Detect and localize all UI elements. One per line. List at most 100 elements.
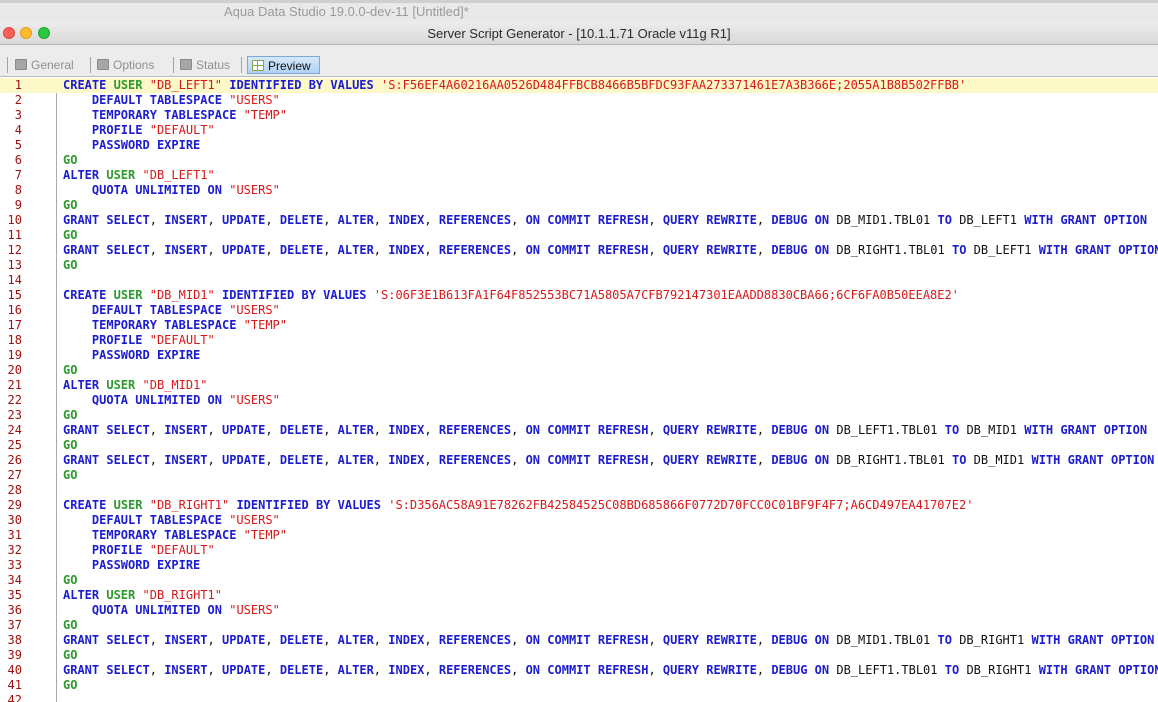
line-number: 8 xyxy=(14,183,22,197)
code-text: DEFAULT TABLESPACE "USERS" xyxy=(91,513,280,527)
code-line: 24 GRANT SELECT, INSERT, UPDATE, DELETE, … xyxy=(0,423,1158,438)
line-number: 6 xyxy=(14,153,22,167)
code-line: 38 GRANT SELECT, INSERT, UPDATE, DELETE, … xyxy=(0,633,1158,648)
code-line: 23 GO xyxy=(0,408,1158,423)
tab-general-label: General xyxy=(31,58,74,72)
tab-general[interactable]: General xyxy=(15,56,74,74)
tab-options[interactable]: Options xyxy=(97,56,154,74)
tab-preview[interactable]: Preview xyxy=(247,56,320,74)
code-text: ALTER USER "DB_RIGHT1" xyxy=(63,588,222,602)
script-preview-editor[interactable]: 1 CREATE USER "DB_LEFT1" IDENTIFIED BY VA… xyxy=(0,78,1158,702)
line-number: 32 xyxy=(7,543,22,557)
tab-separator xyxy=(90,57,91,73)
code-line: 8 QUOTA UNLIMITED ON "USERS" xyxy=(0,183,1158,198)
code-text: GO xyxy=(63,408,78,422)
line-number: 27 xyxy=(7,468,22,482)
code-line: 6 GO xyxy=(0,153,1158,168)
code-text: PASSWORD EXPIRE xyxy=(91,138,201,152)
line-number: 31 xyxy=(7,528,22,542)
code-text: GRANT SELECT, INSERT, UPDATE, DELETE, AL… xyxy=(63,663,1158,677)
code-line: 41 GO xyxy=(0,678,1158,693)
code-line: 32 PROFILE "DEFAULT" xyxy=(0,543,1158,558)
line-number: 38 xyxy=(7,633,22,647)
code-line: 33 PASSWORD EXPIRE xyxy=(0,558,1158,573)
background-app-title: Aqua Data Studio 19.0.0-dev-11 [Untitled… xyxy=(224,4,469,19)
code-text: PROFILE "DEFAULT" xyxy=(91,123,215,137)
code-line: 30 DEFAULT TABLESPACE "USERS" xyxy=(0,513,1158,528)
code-line: 18 PROFILE "DEFAULT" xyxy=(0,333,1158,348)
code-line: 20 GO xyxy=(0,363,1158,378)
code-text: GRANT SELECT, INSERT, UPDATE, DELETE, AL… xyxy=(63,453,1155,467)
tab-options-label: Options xyxy=(113,58,155,72)
code-line: 15 CREATE USER "DB_MID1" IDENTIFIED BY VA… xyxy=(0,288,1158,303)
code-text: QUOTA UNLIMITED ON "USERS" xyxy=(91,603,280,617)
line-number: 37 xyxy=(7,618,22,632)
line-number: 20 xyxy=(7,363,22,377)
code-line: 13 GO xyxy=(0,258,1158,273)
code-text: GO xyxy=(63,198,78,212)
tab-separator xyxy=(241,57,242,73)
line-number: 3 xyxy=(14,108,22,122)
line-number: 23 xyxy=(7,408,22,422)
code-line: 14 xyxy=(0,273,1158,288)
tab-separator xyxy=(7,57,8,73)
line-number: 39 xyxy=(7,648,22,662)
options-tab-icon xyxy=(97,59,109,70)
code-line: 5 PASSWORD EXPIRE xyxy=(0,138,1158,153)
code-text: TEMPORARY TABLESPACE "TEMP" xyxy=(91,108,288,122)
code-text: PASSWORD EXPIRE xyxy=(91,348,201,362)
code-text: GO xyxy=(63,648,78,662)
code-line: 42 xyxy=(0,693,1158,702)
code-line: 34 GO xyxy=(0,573,1158,588)
code-text: CREATE USER "DB_RIGHT1" IDENTIFIED BY VA… xyxy=(63,498,974,512)
code-line: 29 CREATE USER "DB_RIGHT1" IDENTIFIED BY … xyxy=(0,498,1158,513)
code-line: 37 GO xyxy=(0,618,1158,633)
code-line: 36 QUOTA UNLIMITED ON "USERS" xyxy=(0,603,1158,618)
background-app-titlebar: Aqua Data Studio 19.0.0-dev-11 [Untitled… xyxy=(0,0,1158,23)
code-text: GO xyxy=(63,153,78,167)
tab-status[interactable]: Status xyxy=(180,56,230,74)
tab-preview-label: Preview xyxy=(268,59,311,73)
code-text: CREATE USER "DB_LEFT1" IDENTIFIED BY VAL… xyxy=(63,78,967,92)
tab-bar: General Options Status Preview xyxy=(0,45,1158,77)
line-number: 10 xyxy=(7,213,22,227)
code-line: 25 GO xyxy=(0,438,1158,453)
line-number: 12 xyxy=(7,243,22,257)
code-text: GO xyxy=(63,363,78,377)
code-text: GRANT SELECT, INSERT, UPDATE, DELETE, AL… xyxy=(63,423,1148,437)
code-text: QUOTA UNLIMITED ON "USERS" xyxy=(91,393,280,407)
code-text: GO xyxy=(63,438,78,452)
line-number: 17 xyxy=(7,318,22,332)
code-line: 2 DEFAULT TABLESPACE "USERS" xyxy=(0,93,1158,108)
status-tab-icon xyxy=(180,59,192,70)
tab-separator xyxy=(173,57,174,73)
code-text: QUOTA UNLIMITED ON "USERS" xyxy=(91,183,280,197)
line-number: 40 xyxy=(7,663,22,677)
line-number: 19 xyxy=(7,348,22,362)
preview-grid-icon xyxy=(252,60,264,71)
code-text: DEFAULT TABLESPACE "USERS" xyxy=(91,303,280,317)
code-line: 3 TEMPORARY TABLESPACE "TEMP" xyxy=(0,108,1158,123)
line-number: 21 xyxy=(7,378,22,392)
line-number: 14 xyxy=(7,273,22,287)
line-number: 35 xyxy=(7,588,22,602)
code-line: 4 PROFILE "DEFAULT" xyxy=(0,123,1158,138)
code-line: 1 CREATE USER "DB_LEFT1" IDENTIFIED BY VA… xyxy=(0,78,1158,93)
code-line: 40 GRANT SELECT, INSERT, UPDATE, DELETE, … xyxy=(0,663,1158,678)
window-titlebar[interactable]: Server Script Generator - [10.1.1.71 Ora… xyxy=(0,22,1158,45)
line-number: 41 xyxy=(7,678,22,692)
code-line: 31 TEMPORARY TABLESPACE "TEMP" xyxy=(0,528,1158,543)
window-title: Server Script Generator - [10.1.1.71 Ora… xyxy=(427,26,731,41)
code-text: PASSWORD EXPIRE xyxy=(91,558,201,572)
line-number: 16 xyxy=(7,303,22,317)
code-text: PROFILE "DEFAULT" xyxy=(91,543,215,557)
code-text: GO xyxy=(63,573,78,587)
code-text: GRANT SELECT, INSERT, UPDATE, DELETE, AL… xyxy=(63,213,1148,227)
code-line: 39 GO xyxy=(0,648,1158,663)
code-line: 22 QUOTA UNLIMITED ON "USERS" xyxy=(0,393,1158,408)
tab-status-label: Status xyxy=(196,58,231,72)
code-line: 21 ALTER USER "DB_MID1" xyxy=(0,378,1158,393)
line-number: 36 xyxy=(7,603,22,617)
code-text: TEMPORARY TABLESPACE "TEMP" xyxy=(91,528,288,542)
line-number: 29 xyxy=(7,498,22,512)
